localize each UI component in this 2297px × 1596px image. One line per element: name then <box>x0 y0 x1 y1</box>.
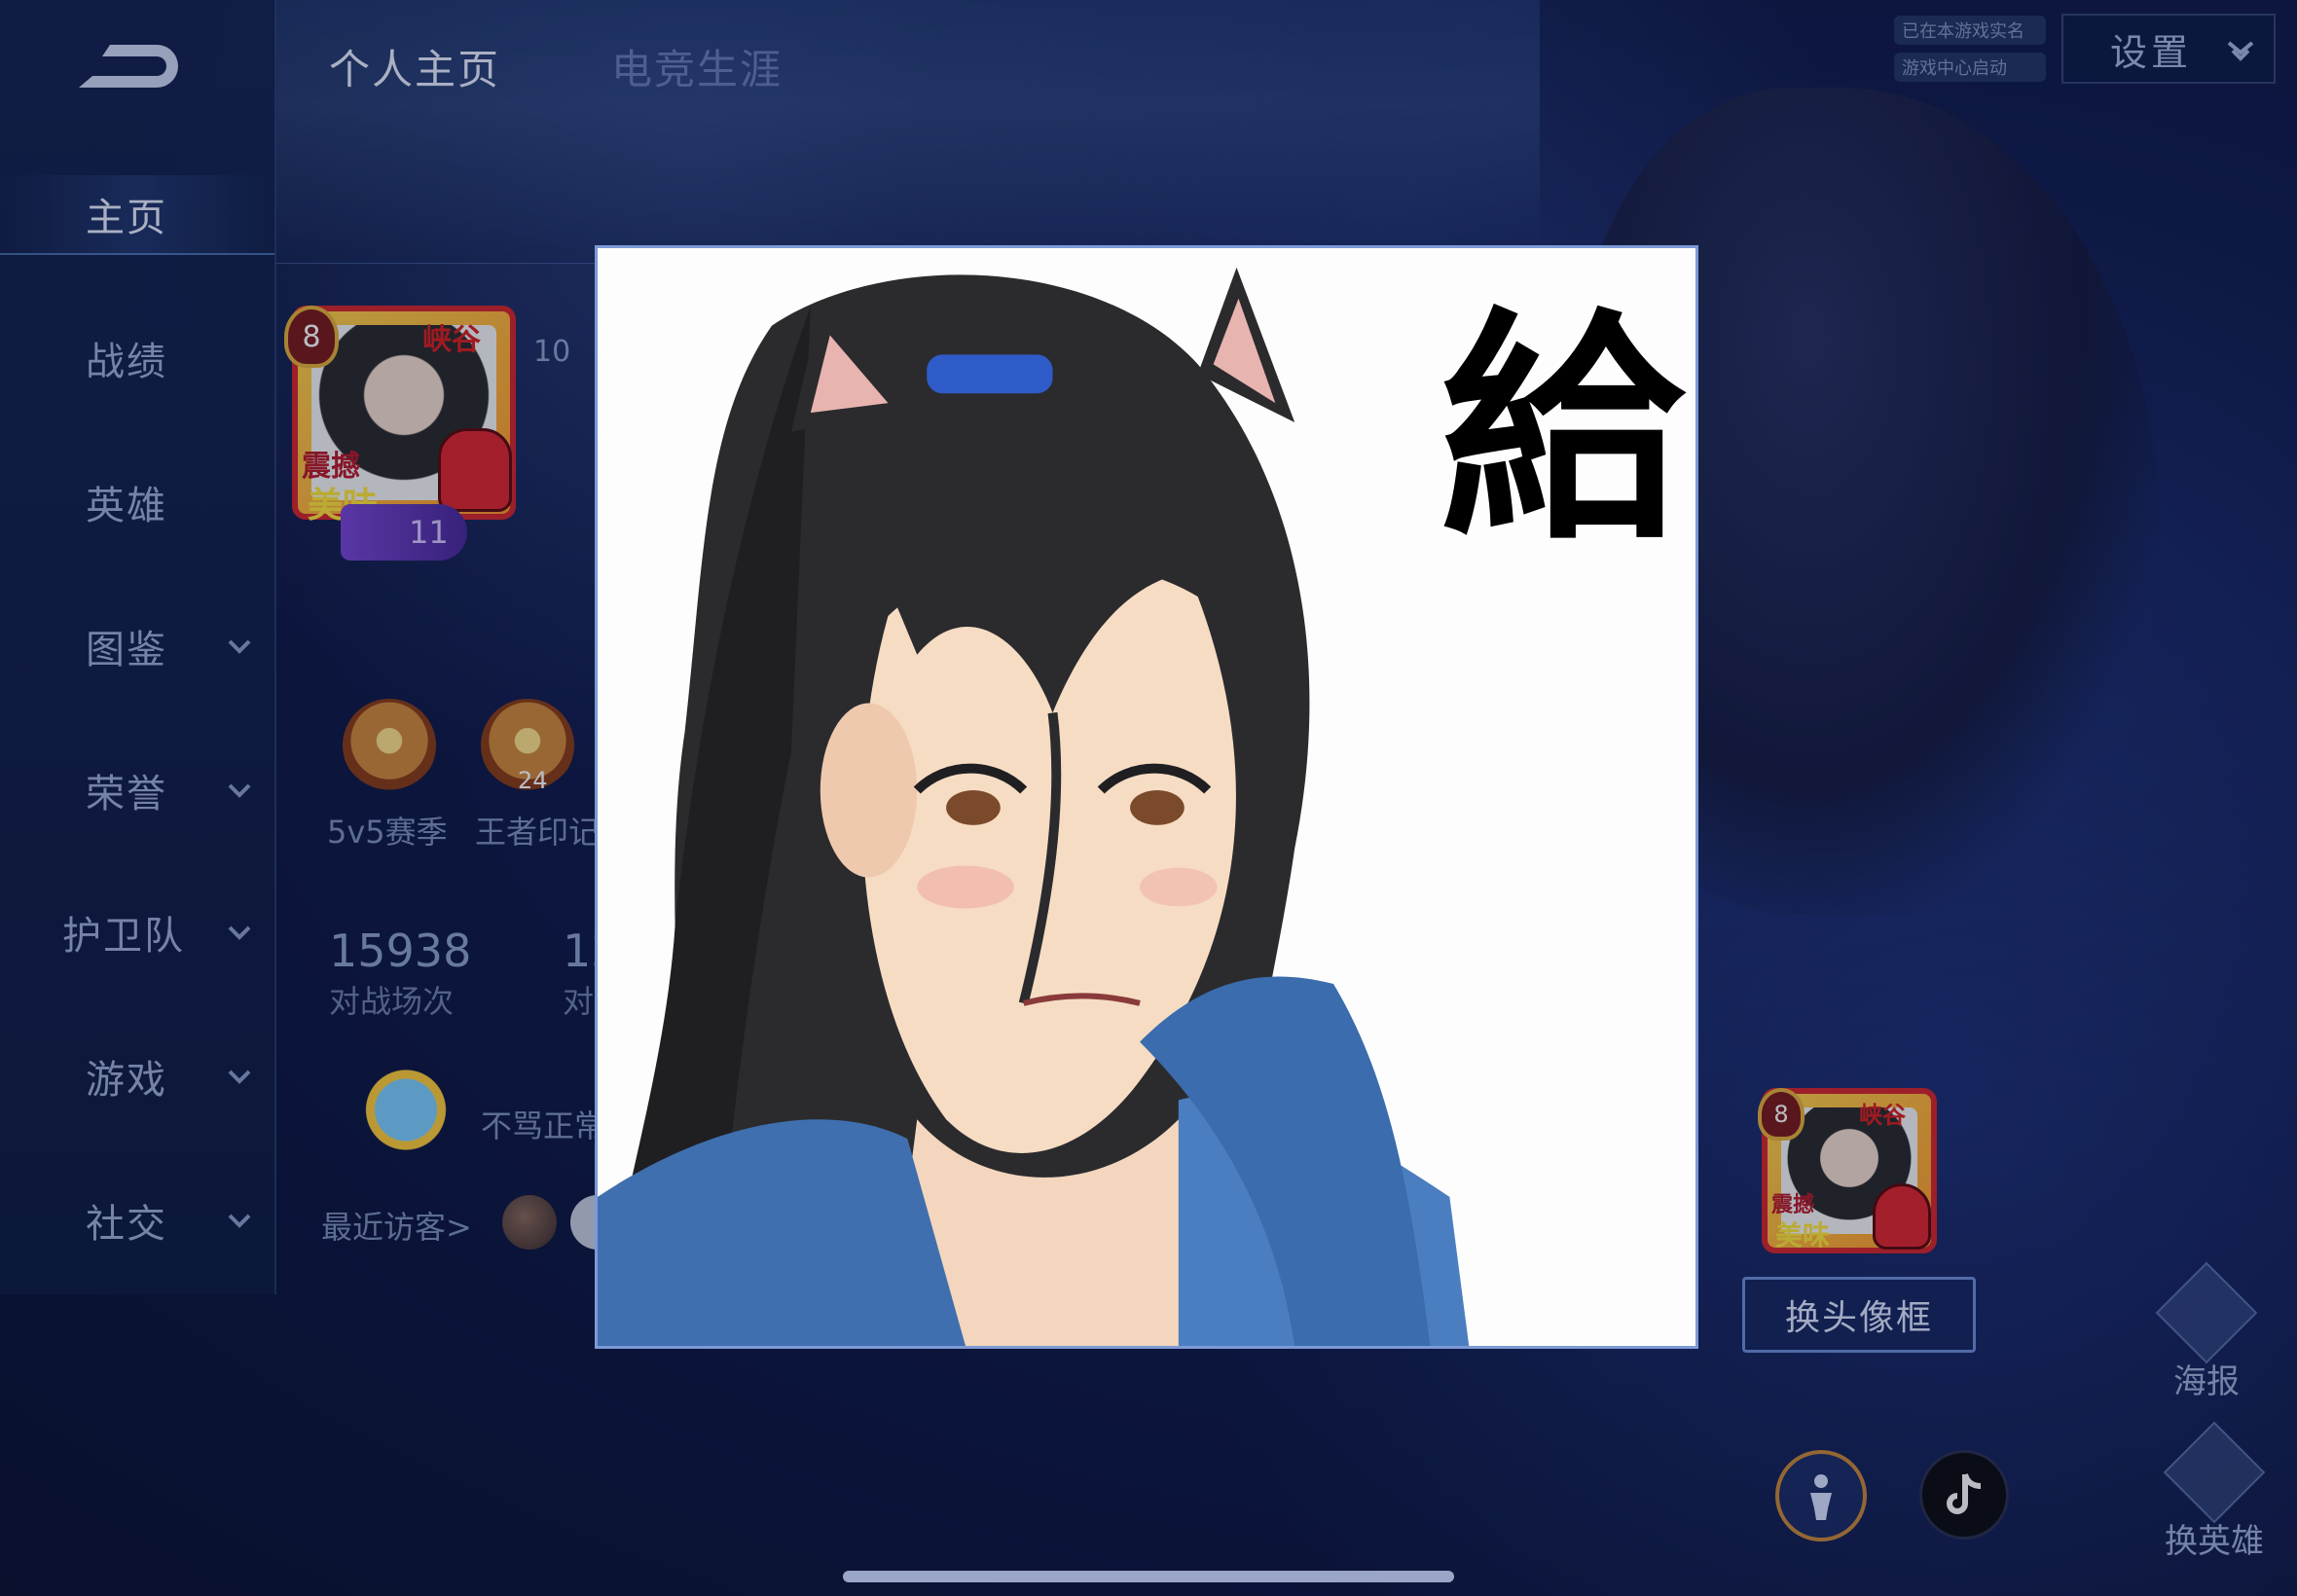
home-indicator-bar[interactable] <box>843 1571 1454 1582</box>
sticker-caption: 給 <box>1440 285 1684 571</box>
sticker-image-popup[interactable]: 給 <box>595 245 1698 1349</box>
